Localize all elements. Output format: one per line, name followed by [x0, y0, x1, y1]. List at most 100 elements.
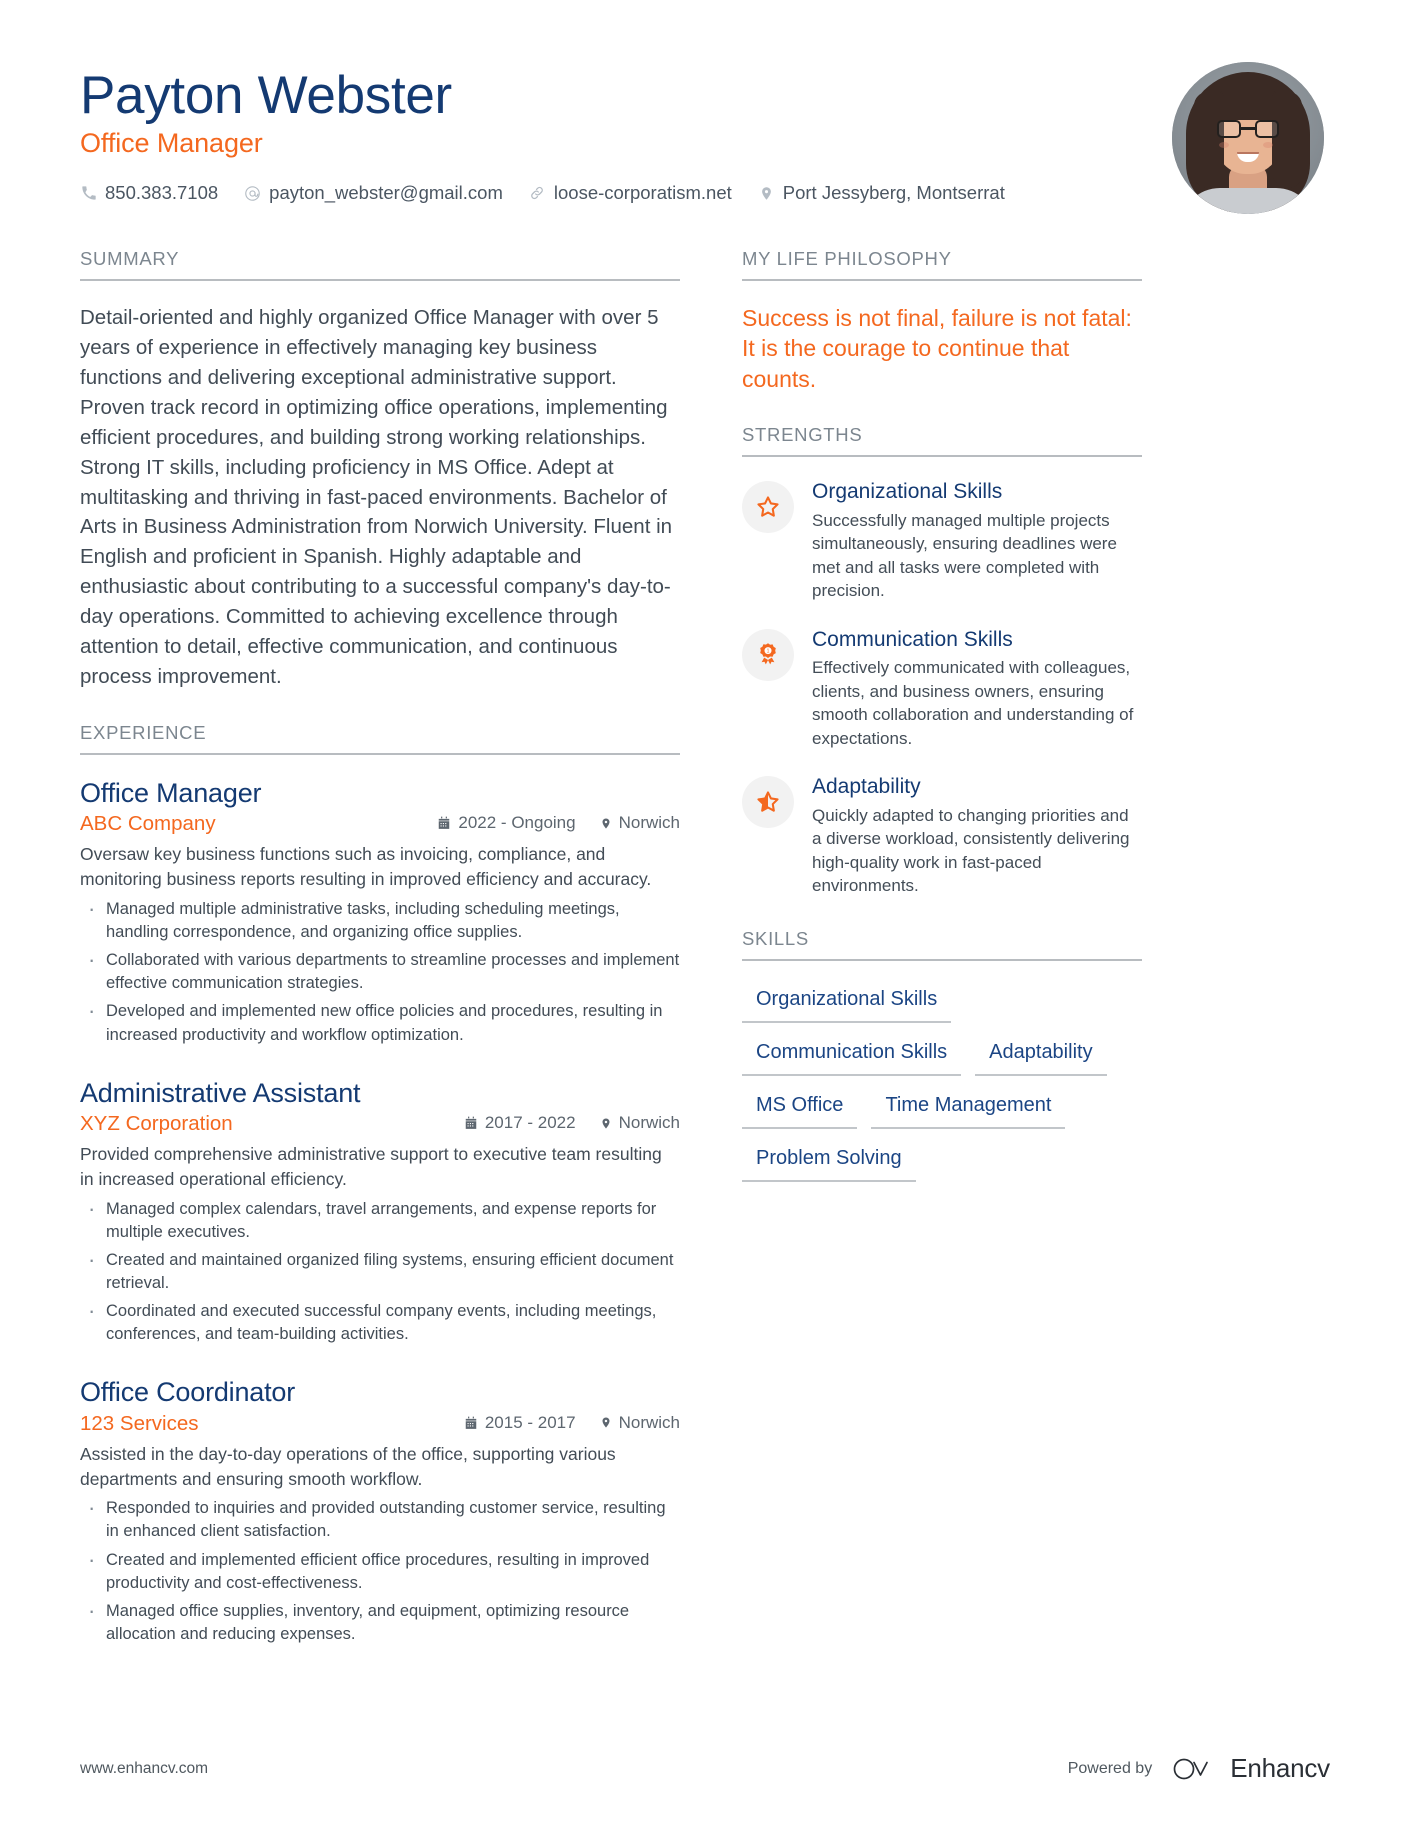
skill-tag[interactable]: Time Management	[871, 1089, 1066, 1129]
job-role: Administrative Assistant	[80, 1077, 361, 1108]
summary-section: SUMMARY Detail-oriented and highly organ…	[80, 248, 680, 692]
strength-body: Organizational Skills Successfully manag…	[812, 479, 1142, 603]
skills-list: Organizational Skills Communication Skil…	[742, 983, 1142, 1182]
location-pin-icon	[600, 816, 612, 831]
skill-tag[interactable]: Problem Solving	[742, 1142, 916, 1182]
job-dates: 2017 - 2022	[464, 1113, 576, 1133]
powered-by-label: Powered by	[1067, 1759, 1153, 1777]
job-location-value: Norwich	[618, 813, 680, 833]
strengths-section: STRENGTHS Organizational Skills Successf…	[742, 424, 1142, 898]
footer-branding: Powered by Enhancv	[1068, 1753, 1330, 1784]
job-bullets: Managed complex calendars, travel arrang…	[80, 1194, 680, 1347]
job-meta-group: 2015 - 2017 Norwich	[464, 1413, 680, 1433]
job-location-value: Norwich	[618, 1113, 680, 1133]
contact-phone-value: 850.383.7108	[105, 182, 219, 204]
left-column: SUMMARY Detail-oriented and highly organ…	[80, 248, 680, 1676]
philosophy-section: MY LIFE PHILOSOPHY Success is not final,…	[742, 248, 1142, 394]
header-job-title: Office Manager	[80, 128, 263, 159]
strength-item: Adaptability Quickly adapted to changing…	[742, 774, 1142, 898]
location-pin-icon	[600, 1116, 612, 1131]
job-location: Norwich	[600, 813, 680, 833]
experience-section: EXPERIENCE Office Manager ABC Company 20…	[80, 722, 680, 1646]
footer-website-url[interactable]: www.enhancv.com	[80, 1760, 208, 1778]
job-meta-row: ABC Company 2022 - Ongoing Norwich	[80, 812, 680, 836]
strength-description: Quickly adapted to changing priorities a…	[812, 806, 1130, 896]
strength-title: Communication Skills	[812, 627, 1013, 651]
job-bullet: Managed multiple administrative tasks, i…	[80, 894, 680, 944]
skill-tag[interactable]: MS Office	[742, 1089, 858, 1129]
job-bullet: Managed office supplies, inventory, and …	[80, 1596, 680, 1646]
job-meta-row: 123 Services 2015 - 2017 Norwich	[80, 1412, 680, 1436]
skill-tag[interactable]: Communication Skills	[742, 1036, 962, 1076]
job-dates: 2015 - 2017	[464, 1413, 576, 1433]
contact-website[interactable]: loose-corporatism.net	[529, 182, 732, 204]
contact-phone[interactable]: 850.383.7108	[80, 182, 218, 204]
avatar	[1172, 62, 1324, 214]
job-role: Office Manager	[80, 777, 262, 808]
right-column: MY LIFE PHILOSOPHY Success is not final,…	[742, 248, 1142, 1212]
strength-title: Organizational Skills	[812, 480, 1003, 504]
strength-title: Adaptability	[812, 775, 921, 799]
calendar-icon	[437, 816, 451, 830]
experience-item: Administrative Assistant XYZ Corporation	[80, 1077, 680, 1347]
job-bullet: Created and implemented efficient office…	[80, 1545, 680, 1595]
job-company: 123 Services	[80, 1411, 199, 1435]
experience-item: Office Manager ABC Company 2022 - Ongoin	[80, 777, 680, 1047]
skill-tag[interactable]: Adaptability	[975, 1036, 1107, 1076]
job-bullets: Managed multiple administrative tasks, i…	[80, 894, 680, 1047]
strength-item: 1 Communication Skills Effectively commu…	[742, 627, 1142, 751]
job-location-value: Norwich	[618, 1412, 680, 1432]
job-bullet: Responded to inquiries and provided outs…	[80, 1493, 680, 1543]
award-ribbon-icon: 1	[742, 628, 794, 681]
experience-section-title: EXPERIENCE	[80, 722, 680, 755]
summary-text: Detail-oriented and highly organized Off…	[80, 306, 673, 689]
email-icon	[244, 185, 261, 202]
job-description: Oversaw key business functions such as i…	[80, 844, 652, 890]
philosophy-section-title: MY LIFE PHILOSOPHY	[742, 248, 1142, 281]
strength-description: Successfully managed multiple projects s…	[812, 510, 1117, 601]
phone-icon	[80, 185, 97, 202]
page-title: Payton Webster	[80, 66, 452, 125]
star-outline-icon	[742, 481, 794, 534]
resume-page: Payton Webster Office Manager 850.383.71…	[0, 0, 1410, 1826]
job-bullet: Coordinated and executed successful comp…	[80, 1296, 680, 1346]
contact-row: 850.383.7108 payton_webster@gmail.com lo…	[80, 182, 1005, 204]
skills-section: SKILLS Organizational Skills Communicati…	[742, 928, 1142, 1182]
link-icon	[529, 185, 546, 202]
header-left: Payton Webster Office Manager 850.383.71…	[80, 58, 1005, 204]
summary-section-title: SUMMARY	[80, 248, 680, 281]
star-half-filled-icon	[742, 776, 794, 829]
content-columns: SUMMARY Detail-oriented and highly organ…	[80, 248, 1330, 1676]
job-description: Provided comprehensive administrative su…	[80, 1144, 662, 1189]
page-footer: www.enhancv.com Powered by Enhancv	[80, 1753, 1330, 1784]
job-meta-row: XYZ Corporation 2017 - 2022 Norwich	[80, 1112, 680, 1136]
strengths-section-title: STRENGTHS	[742, 424, 1142, 458]
job-dates: 2022 - Ongoing	[437, 813, 576, 833]
job-location: Norwich	[600, 1413, 680, 1433]
job-company: ABC Company	[80, 812, 216, 836]
strength-item: Organizational Skills Successfully manag…	[742, 479, 1142, 603]
strength-body: Communication Skills Effectively communi…	[812, 627, 1142, 751]
job-bullets: Responded to inquiries and provided outs…	[80, 1493, 680, 1646]
calendar-icon	[464, 1416, 478, 1430]
job-role: Office Coordinator	[80, 1377, 296, 1408]
strength-body: Adaptability Quickly adapted to changing…	[812, 774, 1142, 898]
job-dates-value: 2017 - 2022	[484, 1113, 576, 1133]
job-bullet: Created and maintained organized filing …	[80, 1245, 680, 1295]
contact-website-value: loose-corporatism.net	[553, 182, 732, 204]
contact-location[interactable]: Port Jessyberg, Montserrat	[758, 182, 1005, 204]
job-bullet: Managed complex calendars, travel arrang…	[80, 1194, 680, 1244]
experience-item: Office Coordinator 123 Services 2015 - 2	[80, 1376, 680, 1646]
contact-email-value: payton_webster@gmail.com	[269, 182, 503, 204]
job-company: XYZ Corporation	[80, 1112, 233, 1136]
job-location: Norwich	[600, 1113, 680, 1133]
contact-email[interactable]: payton_webster@gmail.com	[244, 182, 503, 204]
location-pin-icon	[600, 1415, 612, 1430]
job-meta-group: 2017 - 2022 Norwich	[464, 1113, 680, 1133]
calendar-icon	[464, 1116, 478, 1130]
job-dates-value: 2015 - 2017	[484, 1412, 576, 1432]
location-pin-icon	[758, 185, 775, 202]
skills-section-title: SKILLS	[742, 928, 1142, 961]
skill-tag[interactable]: Organizational Skills	[742, 983, 952, 1023]
contact-location-value: Port Jessyberg, Montserrat	[782, 182, 1005, 204]
